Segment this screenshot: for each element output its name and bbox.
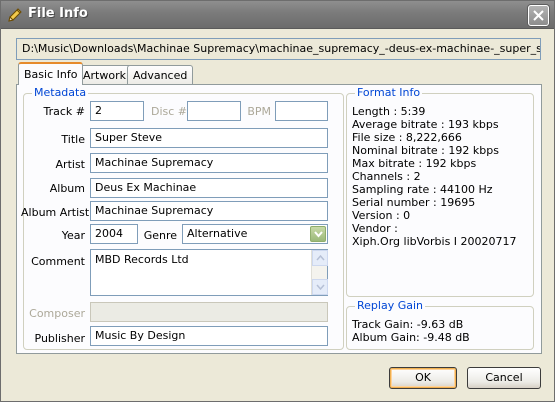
artist-field[interactable]: Machinae Supremacy [90, 153, 328, 173]
scroll-down-button[interactable] [312, 279, 328, 295]
format-info-line: Serial number : 19695 [352, 196, 476, 209]
pencil-icon [6, 6, 24, 24]
composer-label: Composer [29, 307, 85, 320]
title-field[interactable]: Super Steve [90, 128, 328, 148]
composer-field[interactable] [90, 302, 328, 322]
format-info-line: Vendor : [352, 222, 398, 235]
close-button[interactable] [528, 5, 549, 26]
album-field[interactable]: Deus Ex Machinae [90, 178, 328, 198]
genre-label: Genre [143, 229, 177, 242]
chevron-down-icon [314, 231, 323, 238]
file-path-field[interactable]: D:\Music\Downloads\Machinae Supremacy\ma… [16, 38, 541, 60]
comment-label: Comment [31, 255, 85, 268]
window-title: File Info [28, 6, 88, 21]
cancel-button[interactable]: Cancel [467, 367, 541, 389]
album-artist-label: Album Artist [21, 206, 90, 219]
comment-field[interactable]: MBD Records Ltd [90, 249, 328, 296]
album-artist-field[interactable]: Machinae Supremacy [90, 201, 328, 221]
tab-artwork[interactable]: Artwork [77, 65, 132, 85]
replay-gain-line: Track Gain: -9.63 dB [352, 318, 464, 331]
close-icon [533, 10, 544, 21]
comment-value: MBD Records Ltd [95, 253, 189, 266]
publisher-label: Publisher [34, 332, 86, 345]
genre-dropdown-button[interactable] [310, 226, 326, 242]
track-field[interactable]: 2 [90, 101, 144, 121]
format-info-line: Average bitrate : 193 kbps [352, 118, 499, 131]
bpm-field[interactable] [275, 101, 328, 121]
ok-button[interactable]: OK [389, 367, 457, 389]
tab-advanced[interactable]: Advanced [127, 65, 194, 85]
format-info-line: Max bitrate : 192 kbps [352, 157, 477, 170]
format-info-line: Channels : 2 [352, 170, 421, 183]
disc-field[interactable] [187, 101, 241, 121]
year-field[interactable]: 2004 [90, 224, 138, 244]
genre-value: Alternative [187, 227, 248, 240]
format-info-group-label: Format Info [355, 86, 423, 99]
metadata-group-label: Metadata [32, 86, 89, 99]
comment-scrollbar[interactable] [311, 250, 328, 295]
format-info-line: Xiph.Org libVorbis I 20020717 [352, 235, 517, 248]
artist-label: Artist [55, 158, 85, 171]
publisher-field[interactable]: Music By Design [90, 326, 328, 346]
bpm-label: BPM [247, 105, 271, 118]
format-info-line: Version : 0 [352, 209, 411, 222]
format-info-line: Length : 5:39 [352, 105, 426, 118]
album-label: Album [49, 182, 85, 195]
format-info-line: Nominal bitrate : 192 kbps [352, 144, 499, 157]
genre-dropdown[interactable]: Alternative [182, 224, 328, 244]
basic-info-panel: Metadata Track # 2 Disc # BPM Title Supe… [16, 84, 542, 354]
format-info-line: Sampling rate : 44100 Hz [352, 183, 493, 196]
title-bar[interactable]: File Info [1, 1, 554, 29]
chevron-up-icon [316, 255, 325, 261]
chevron-down-icon [316, 284, 325, 290]
file-info-dialog: File Info D:\Music\Downloads\Machinae Su… [0, 0, 555, 402]
scroll-up-button[interactable] [312, 250, 328, 266]
title-label: Title [61, 133, 85, 146]
tab-basic-info[interactable]: Basic Info [18, 62, 84, 85]
track-label: Track # [43, 105, 86, 118]
format-info-line: File size : 8,222,666 [352, 131, 462, 144]
year-label: Year [61, 229, 85, 242]
disc-label: Disc # [151, 105, 188, 118]
replay-gain-group-label: Replay Gain [355, 299, 425, 312]
replay-gain-line: Album Gain: -9.48 dB [352, 331, 470, 344]
